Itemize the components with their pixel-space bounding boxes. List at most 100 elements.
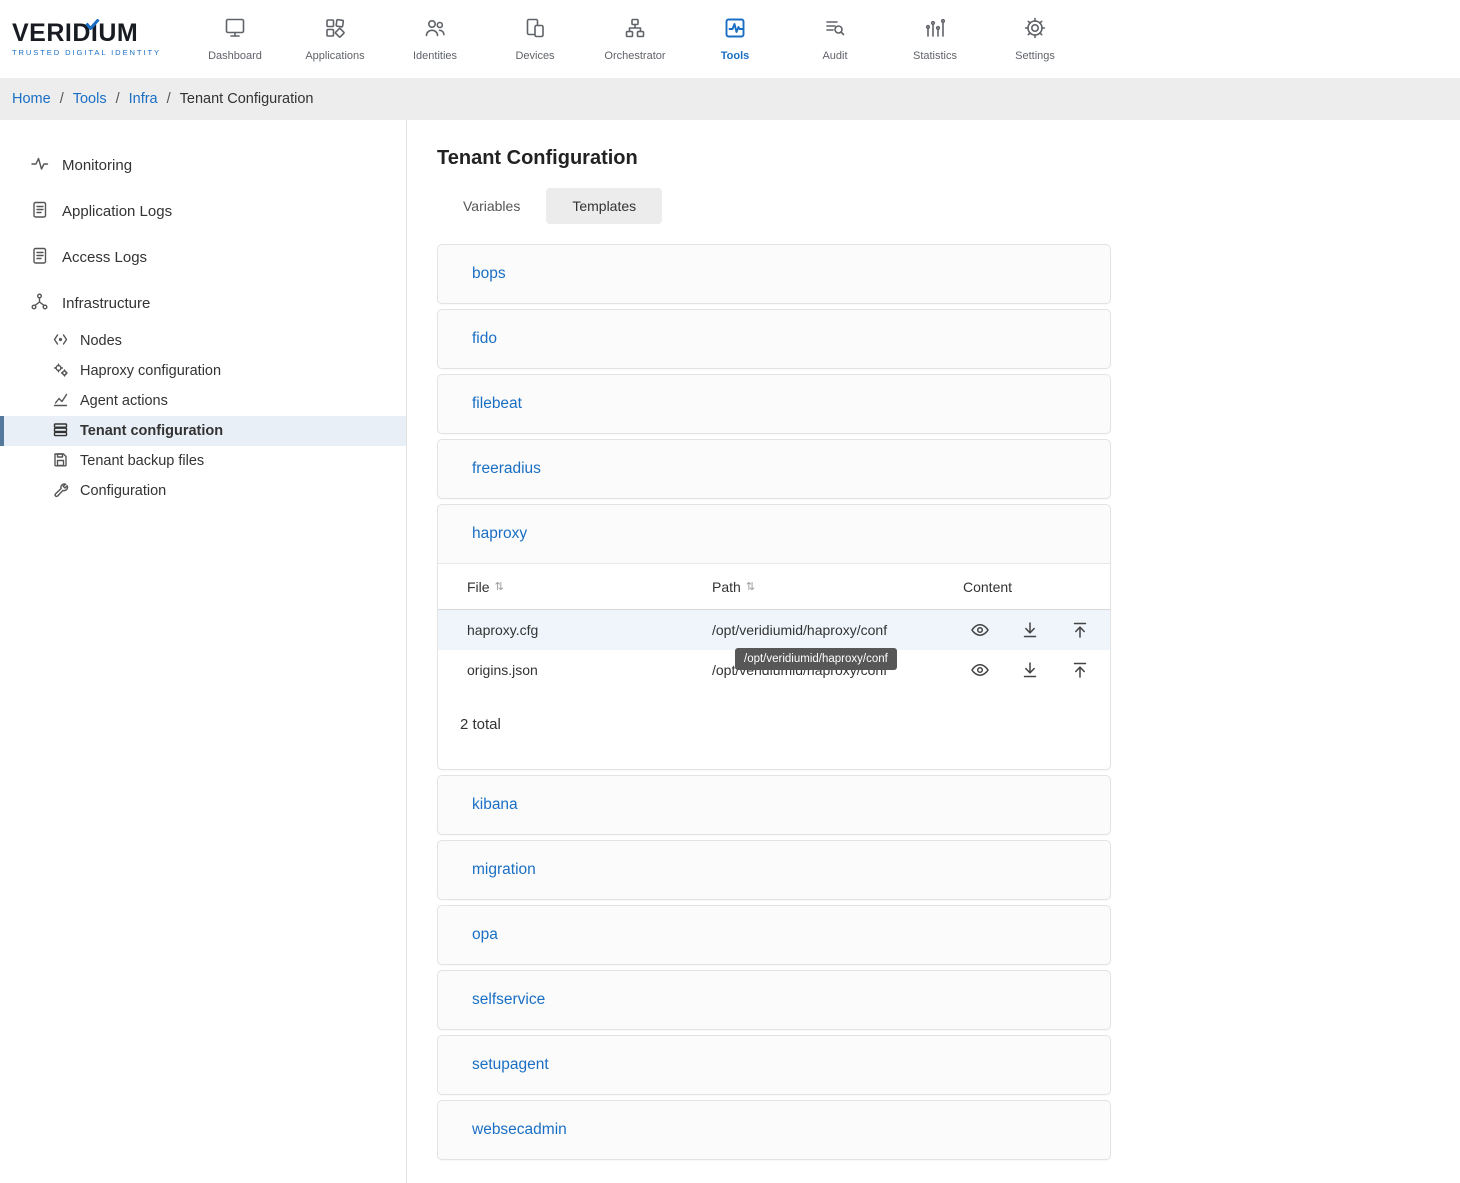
topnav-item-settings[interactable]: Settings (985, 16, 1085, 62)
identities-icon (423, 16, 447, 45)
accordion-freeradius: freeradius (437, 439, 1111, 499)
sidebar-item-agent-actions[interactable]: Agent actions (0, 386, 406, 416)
sidebar-item-infrastructure[interactable]: Infrastructure (0, 280, 406, 326)
gears-icon (52, 361, 69, 382)
table-row[interactable]: haproxy.cfg /opt/veridiumid/haproxy/conf (438, 610, 1110, 650)
tools-icon (723, 16, 747, 45)
view-content-button[interactable] (970, 620, 990, 640)
settings-gear-icon (1023, 16, 1047, 45)
table-total-count: 2 total (460, 716, 1110, 733)
sidebar-item-label: Application Logs (62, 203, 172, 220)
veridium-logo[interactable]: VERIDIUM TRUSTED DIGITAL IDENTITY (0, 21, 185, 57)
sort-icon[interactable]: ⇅ (746, 580, 755, 593)
accordion-kibana: kibana (437, 775, 1111, 835)
sidebar-item-label: Monitoring (62, 157, 132, 174)
accordion-label: websecadmin (472, 1121, 567, 1139)
column-header-file[interactable]: File ⇅ (467, 579, 712, 595)
accordion-label: setupagent (472, 1056, 549, 1074)
accordion-header-kibana[interactable]: kibana (438, 776, 1110, 834)
topnav-item-identities[interactable]: Identities (385, 16, 485, 62)
topnav-item-tools[interactable]: Tools (685, 16, 785, 62)
sidebar-item-monitoring[interactable]: Monitoring (0, 142, 406, 188)
accordion-header-bops[interactable]: bops (438, 245, 1110, 303)
topnav-item-orchestrator[interactable]: Orchestrator (585, 16, 685, 62)
path-cell: /opt/veridiumid/haproxy/conf (712, 622, 963, 638)
accordion-header-opa[interactable]: opa (438, 906, 1110, 964)
topnav-item-statistics[interactable]: Statistics (885, 16, 985, 62)
haproxy-files-panel: File ⇅ Path ⇅ Content haproxy.cfg (438, 563, 1110, 769)
sidebar-item-configuration[interactable]: Configuration (0, 476, 406, 506)
sidebar-item-tenant-configuration[interactable]: Tenant configuration (0, 416, 406, 446)
topnav-label: Orchestrator (604, 50, 665, 62)
breadcrumb-separator: / (167, 91, 171, 107)
upload-button[interactable] (1070, 620, 1090, 640)
sidebar-item-access-logs[interactable]: Access Logs (0, 234, 406, 280)
breadcrumb-current: Tenant Configuration (180, 91, 314, 107)
sort-icon[interactable]: ⇅ (495, 580, 504, 593)
topnav-label: Devices (515, 50, 554, 62)
accordion-header-fido[interactable]: fido (438, 310, 1110, 368)
tab-templates[interactable]: Templates (546, 188, 662, 224)
download-button[interactable] (1020, 620, 1040, 640)
statistics-icon (923, 16, 947, 45)
save-icon (52, 451, 69, 472)
accordion-filebeat: filebeat (437, 374, 1111, 434)
upload-button[interactable] (1070, 660, 1090, 680)
accordion-header-migration[interactable]: migration (438, 841, 1110, 899)
nodes-icon (52, 331, 69, 352)
breadcrumb-infra[interactable]: Infra (129, 91, 158, 107)
accordion-bops: bops (437, 244, 1111, 304)
logo-check-icon (85, 17, 100, 35)
sidebar-item-label: Nodes (80, 333, 122, 349)
breadcrumb-tools[interactable]: Tools (73, 91, 107, 107)
accordion-header-websecadmin[interactable]: websecadmin (438, 1101, 1110, 1159)
accordion-header-setupagent[interactable]: setupagent (438, 1036, 1110, 1094)
topnav-label: Dashboard (208, 50, 262, 62)
chart-line-icon (52, 391, 69, 412)
topnav-label: Identities (413, 50, 457, 62)
sidebar-item-tenant-backup-files[interactable]: Tenant backup files (0, 446, 406, 476)
table-header: File ⇅ Path ⇅ Content (438, 564, 1110, 610)
accordion-header-selfservice[interactable]: selfservice (438, 971, 1110, 1029)
topnav-item-devices[interactable]: Devices (485, 16, 585, 62)
infrastructure-icon (30, 292, 49, 315)
download-button[interactable] (1020, 660, 1040, 680)
topnav-item-applications[interactable]: Applications (285, 16, 385, 62)
accordion-label: kibana (472, 796, 518, 814)
wrench-icon (52, 481, 69, 502)
accordion-header-haproxy[interactable]: haproxy (438, 505, 1110, 563)
view-content-button[interactable] (970, 660, 990, 680)
accordion-header-freeradius[interactable]: freeradius (438, 440, 1110, 498)
file-cell: haproxy.cfg (467, 622, 712, 638)
column-header-path[interactable]: Path ⇅ (712, 579, 963, 595)
accordion-haproxy: haproxy File ⇅ Path ⇅ Content (437, 504, 1111, 770)
topnav-label: Settings (1015, 50, 1055, 62)
sidebar-item-application-logs[interactable]: Application Logs (0, 188, 406, 234)
sidebar-item-label: Agent actions (80, 393, 168, 409)
activity-icon (30, 154, 49, 177)
tab-variables[interactable]: Variables (437, 188, 546, 224)
accordion-fido: fido (437, 309, 1111, 369)
top-navigation: VERIDIUM TRUSTED DIGITAL IDENTITY Dashbo… (0, 0, 1460, 78)
page-title: Tenant Configuration (437, 147, 1111, 170)
template-accordion-list: bops fido filebeat freeradius (437, 244, 1111, 1160)
column-label: File (467, 579, 490, 595)
tab-bar: Variables Templates (437, 188, 1111, 224)
document-icon (30, 246, 49, 269)
main-content: Tenant Configuration Variables Templates… (407, 120, 1111, 1183)
accordion-header-filebeat[interactable]: filebeat (438, 375, 1110, 433)
sidebar-item-nodes[interactable]: Nodes (0, 326, 406, 356)
topnav-items: Dashboard Applications Identities Device… (185, 16, 1085, 62)
accordion-migration: migration (437, 840, 1111, 900)
column-header-content: Content (963, 579, 1110, 595)
server-stack-icon (52, 421, 69, 442)
topnav-item-dashboard[interactable]: Dashboard (185, 16, 285, 62)
dashboard-icon (223, 16, 247, 45)
file-cell: origins.json (467, 662, 712, 678)
topnav-item-audit[interactable]: Audit (785, 16, 885, 62)
sidebar-item-haproxy-configuration[interactable]: Haproxy configuration (0, 356, 406, 386)
orchestrator-icon (623, 16, 647, 45)
breadcrumb-home[interactable]: Home (12, 91, 51, 107)
topnav-label: Statistics (913, 50, 957, 62)
accordion-label: freeradius (472, 460, 541, 478)
